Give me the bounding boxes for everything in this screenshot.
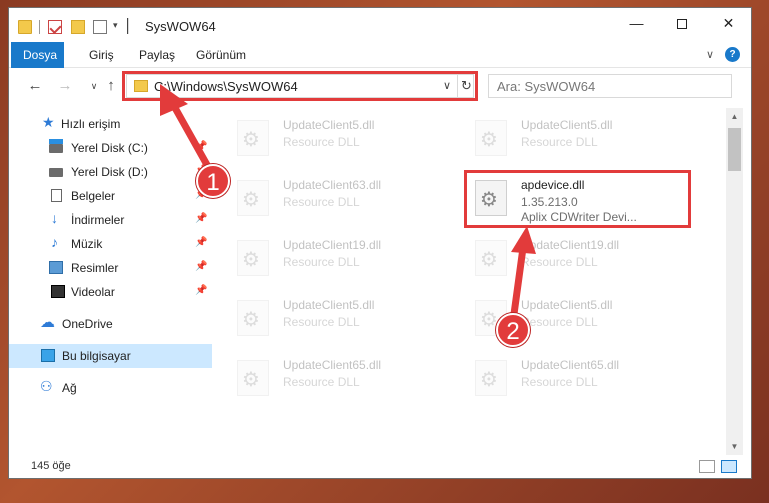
arrow-2	[510, 226, 536, 318]
step-2-badge: 2	[496, 313, 530, 347]
step-1-badge: 1	[196, 164, 230, 198]
arrow-1	[160, 84, 215, 176]
annotation-arrows	[160, 84, 536, 318]
arrow-2-head	[511, 226, 536, 254]
